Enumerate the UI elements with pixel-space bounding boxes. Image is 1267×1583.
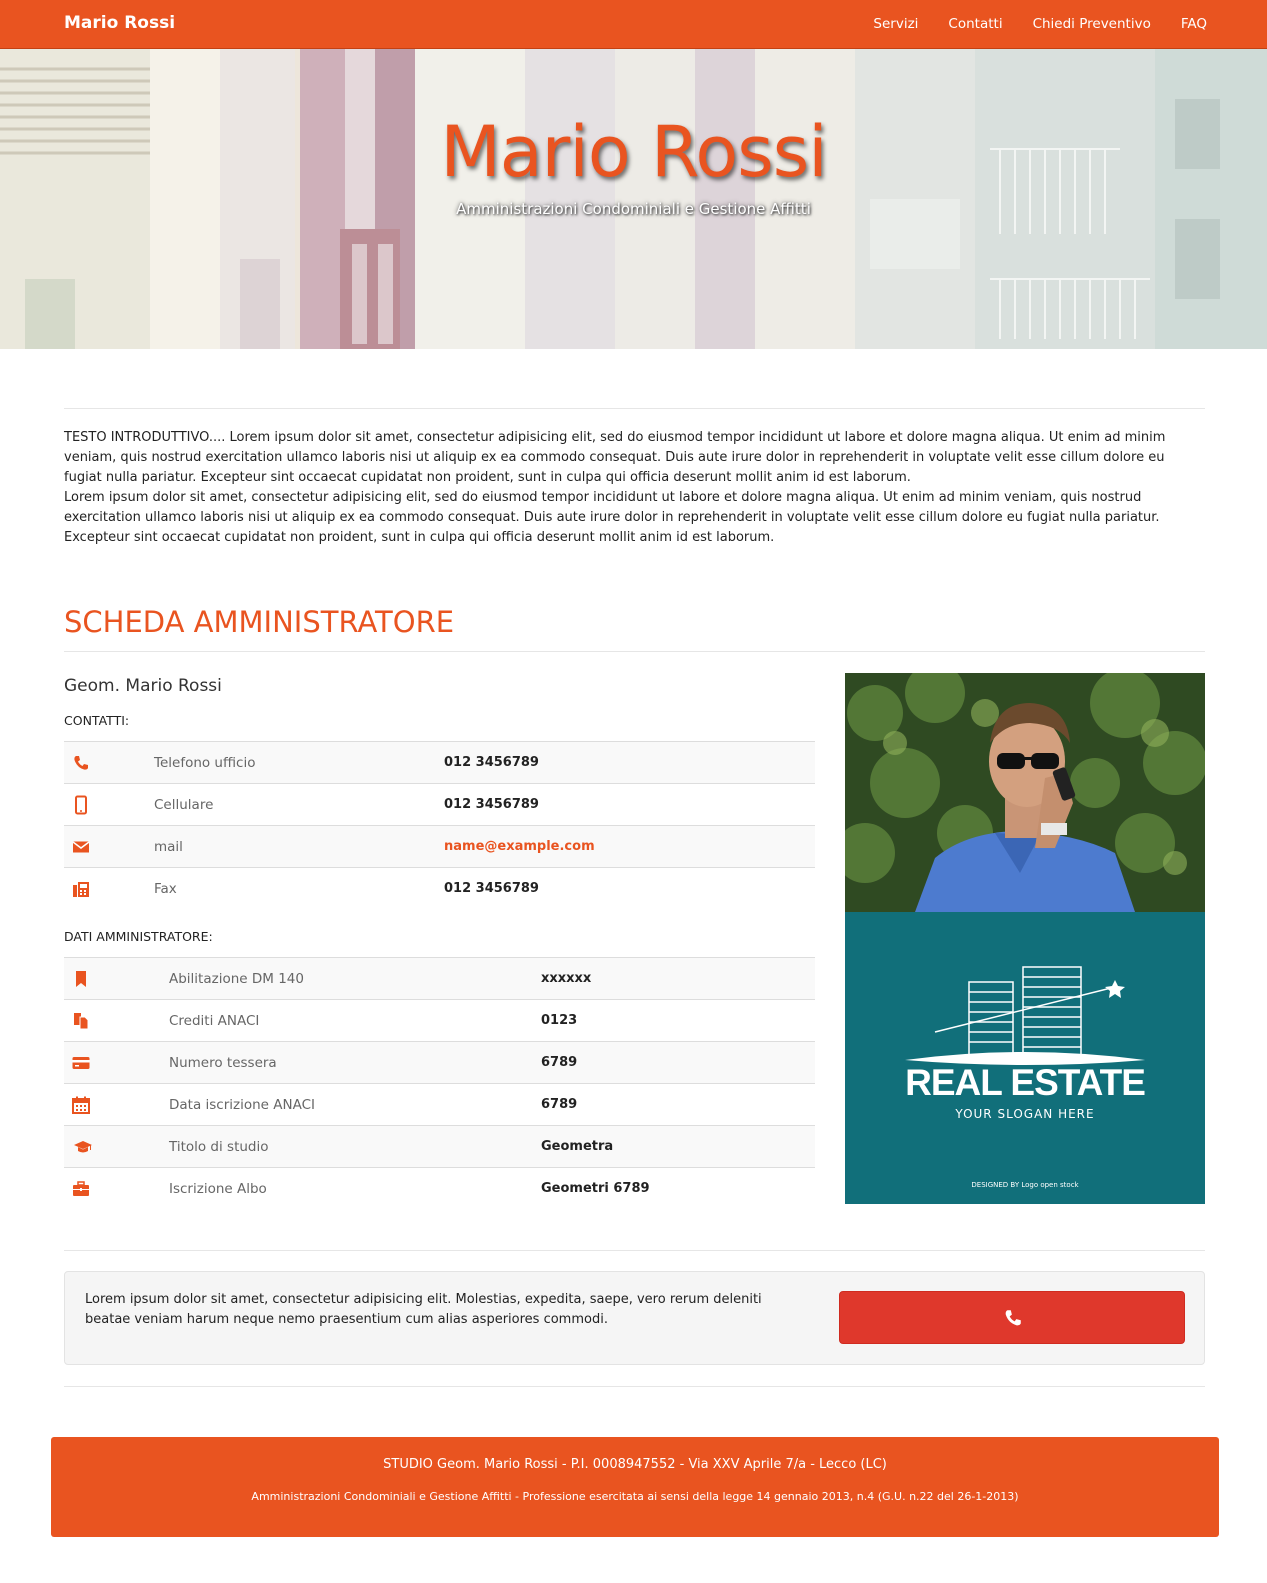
briefcase-icon — [73, 1181, 89, 1196]
dati-label-cell: Numero tessera — [169, 1054, 277, 1071]
dati-label-cell: Crediti ANACI — [169, 1012, 260, 1029]
nav-link-faq[interactable]: FAQ — [1181, 16, 1207, 32]
contact-value: 012 3456789 — [444, 881, 539, 897]
section-title: SCHEDA AMMINISTRATORE — [64, 605, 455, 639]
hero-building-image — [0, 49, 1267, 349]
nav-link-servizi[interactable]: Servizi — [873, 16, 918, 32]
contact-label: Fax — [154, 880, 177, 897]
nav-link-contatti[interactable]: Contatti — [948, 16, 1002, 32]
dati-table: Abilitazione DM 140 xxxxxx Crediti ANACI… — [64, 957, 815, 1210]
table-row: Cellulare 012 3456789 — [64, 783, 815, 826]
dati-label-cell: Titolo di studio — [169, 1138, 269, 1155]
divider — [64, 408, 1205, 409]
divider — [64, 1250, 1205, 1251]
contacts-table: Telefono ufficio 012 3456789 Cellulare 0… — [64, 741, 815, 910]
fax-icon — [73, 881, 89, 897]
bookmark-icon — [76, 970, 86, 987]
table-row: Crediti ANACI 0123 — [64, 999, 815, 1042]
call-to-action-well: Lorem ipsum dolor sit amet, consectetur … — [64, 1271, 1205, 1365]
logo-buildings-graphic — [905, 966, 1145, 1065]
call-button[interactable] — [839, 1291, 1185, 1344]
dati-value: xxxxxx — [541, 971, 592, 986]
dati-value: 0123 — [541, 1013, 578, 1028]
logo-credit: DESIGNED BY Logo open stock — [971, 1181, 1079, 1189]
table-row: Fax 012 3456789 — [64, 867, 815, 910]
divider — [64, 651, 1205, 652]
mobile-icon — [75, 795, 87, 814]
photo-illustration — [845, 673, 1205, 912]
envelope-icon — [72, 840, 90, 852]
phone-icon — [1005, 1310, 1021, 1326]
cta-text: Lorem ipsum dolor sit amet, consectetur … — [85, 1292, 762, 1327]
logo-title: REAL ESTATE — [905, 1062, 1146, 1103]
copy-icon — [74, 1012, 89, 1029]
nav-links: Servizi Contatti Chiedi Preventivo FAQ — [873, 16, 1207, 32]
nav-link-chiedi-preventivo[interactable]: Chiedi Preventivo — [1033, 16, 1151, 32]
dati-label-cell: Data iscrizione ANACI — [169, 1096, 316, 1113]
intro-paragraph-2: Lorem ipsum dolor sit amet, consectetur … — [64, 490, 1160, 545]
dati-value: Geometra — [541, 1139, 614, 1154]
contact-value: 012 3456789 — [444, 755, 539, 770]
administrator-photo — [845, 673, 1205, 912]
graduation-cap-icon — [74, 1140, 92, 1152]
credit-card-icon — [72, 1056, 90, 1069]
intro-text: TESTO INTRODUTTIVO.... Lorem ipsum dolor… — [64, 428, 1205, 548]
hero-subtitle: Amministrazioni Condominiali e Gestione … — [456, 200, 811, 218]
phone-icon — [74, 755, 88, 770]
contact-label: mail — [154, 838, 183, 855]
contact-label: Telefono ufficio — [154, 754, 256, 771]
table-row: Numero tessera 6789 — [64, 1041, 815, 1084]
contact-value: 012 3456789 — [444, 797, 539, 812]
footer-legal-note: Amministrazioni Condominiali e Gestione … — [251, 1490, 1019, 1503]
calendar-icon — [72, 1096, 90, 1114]
dati-label-cell: Iscrizione Albo — [169, 1180, 267, 1197]
table-row: Abilitazione DM 140 xxxxxx — [64, 957, 815, 1000]
hero-banner: Mario Rossi Amministrazioni Condominiali… — [0, 49, 1267, 349]
table-row: Titolo di studio Geometra — [64, 1125, 815, 1168]
contacts-label: CONTATTI: — [64, 713, 130, 728]
table-row: Telefono ufficio 012 3456789 — [64, 741, 815, 784]
table-row: Iscrizione Albo Geometri 6789 — [64, 1167, 815, 1210]
navbar-brand[interactable]: Mario Rossi — [64, 13, 175, 33]
hero-title: Mario Rossi — [440, 111, 827, 193]
footer: STUDIO Geom. Mario Rossi - P.I. 00089475… — [51, 1437, 1219, 1537]
dati-value: 6789 — [541, 1097, 578, 1112]
table-row: mail name@example.com — [64, 825, 815, 868]
email-link[interactable]: name@example.com — [444, 826, 815, 868]
intro-paragraph-1: TESTO INTRODUTTIVO.... Lorem ipsum dolor… — [64, 430, 1166, 485]
navbar: Mario Rossi Servizi Contatti Chiedi Prev… — [0, 0, 1267, 49]
dati-value: 6789 — [541, 1055, 578, 1070]
admin-name: Geom. Mario Rossi — [64, 676, 222, 696]
divider — [64, 1386, 1205, 1387]
table-row: Data iscrizione ANACI 6789 — [64, 1083, 815, 1126]
dati-value: Geometri 6789 — [541, 1181, 650, 1197]
footer-studio-info: STUDIO Geom. Mario Rossi - P.I. 00089475… — [383, 1457, 887, 1472]
dati-label: DATI AMMINISTRATORE: — [64, 929, 213, 944]
contact-label: Cellulare — [154, 796, 214, 813]
logo-slogan: YOUR SLOGAN HERE — [955, 1107, 1095, 1121]
dati-label-cell: Abilitazione DM 140 — [169, 970, 304, 987]
real-estate-logo: REAL ESTATE YOUR SLOGAN HERE DESIGNED BY… — [845, 912, 1205, 1204]
